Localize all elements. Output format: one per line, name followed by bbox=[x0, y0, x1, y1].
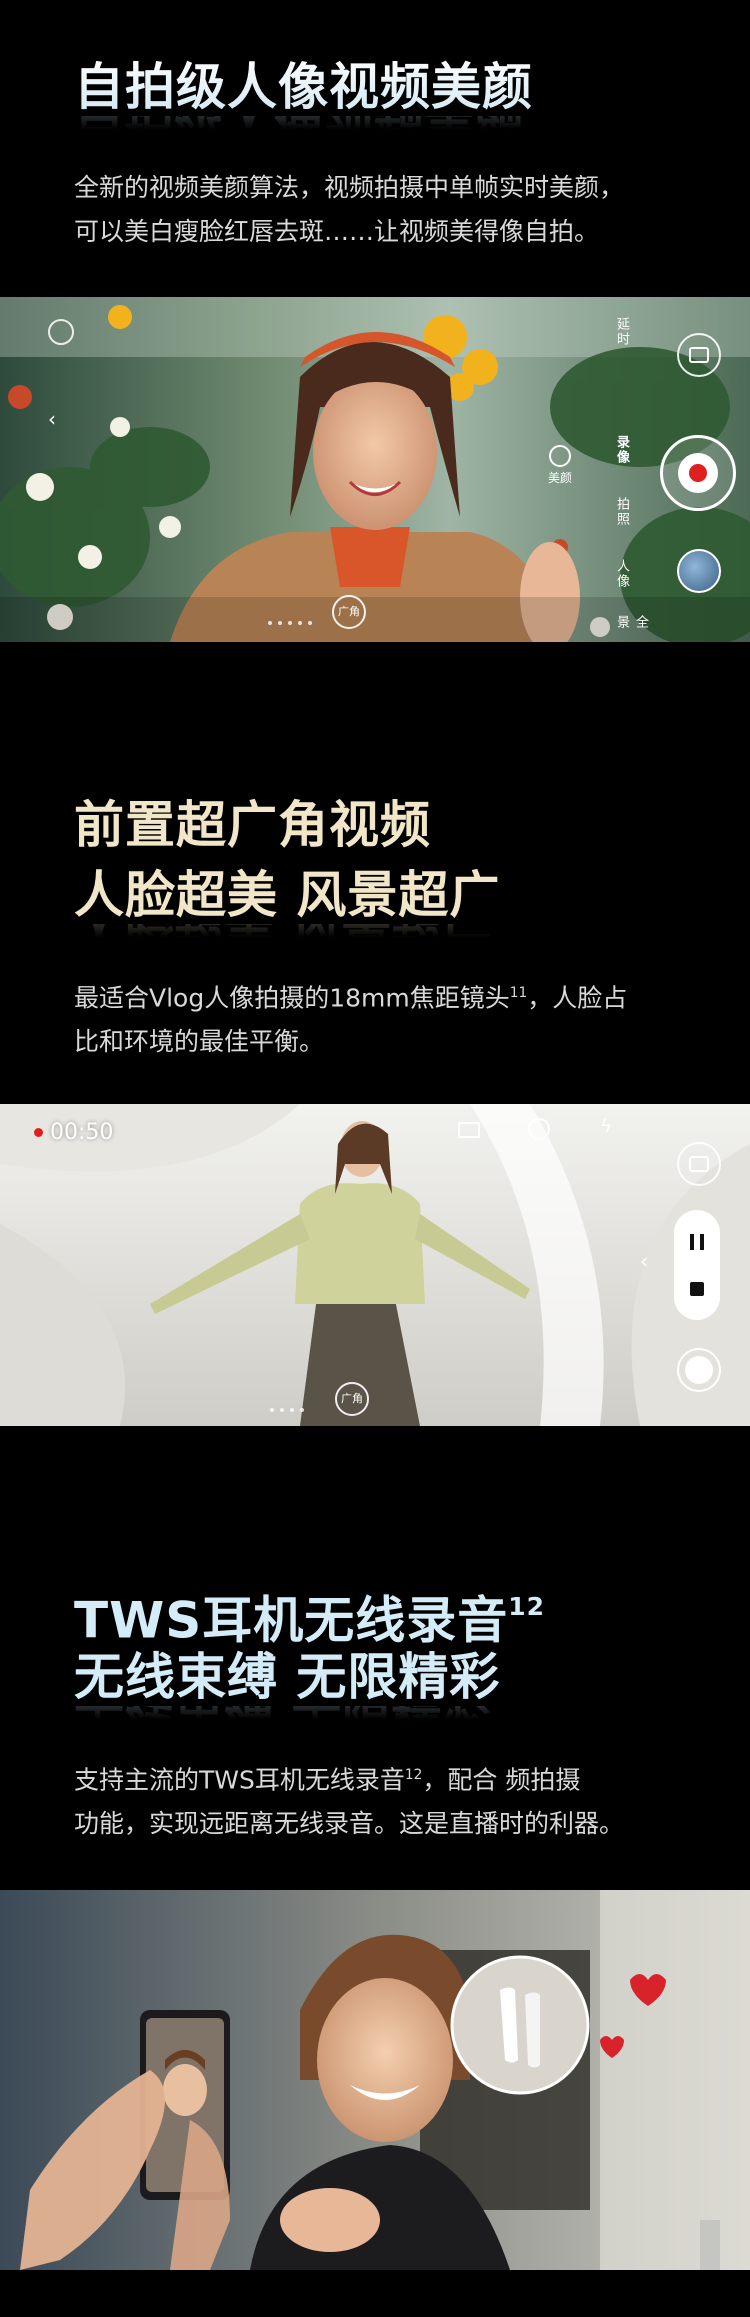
camera-icon bbox=[689, 1156, 709, 1172]
section-title-line1: TWS耳机无线录音12 bbox=[74, 1591, 546, 1650]
subtitle-icon[interactable] bbox=[458, 1122, 480, 1138]
stop-icon[interactable] bbox=[690, 1282, 704, 1296]
shutter-button[interactable] bbox=[677, 1348, 721, 1392]
switch-camera-button[interactable] bbox=[677, 333, 721, 377]
section-title-line2: 人脸超美 风景超广 bbox=[74, 866, 501, 924]
video-beauty-photo: ‹ 美颜 广角 延时 录像 拍照 人像 全景 bbox=[0, 297, 750, 642]
record-dot bbox=[678, 453, 718, 493]
chevron-left-icon[interactable]: ‹ bbox=[640, 1249, 648, 1273]
mode-video[interactable]: 录像 bbox=[612, 435, 631, 465]
settings-icon[interactable] bbox=[48, 319, 74, 345]
wide-angle-button[interactable]: 广角 bbox=[335, 1382, 369, 1416]
mode-panorama[interactable]: 全景 bbox=[612, 615, 650, 642]
section-description: 最适合Vlog人像拍摄的18mm焦距镜头11，人脸占 比和环境的最佳平衡。 bbox=[74, 983, 628, 1057]
tws-recording-photo bbox=[0, 1890, 750, 2270]
pause-icon[interactable] bbox=[690, 1234, 704, 1250]
flash-off-icon[interactable]: ϟ bbox=[600, 1116, 612, 1137]
section-video-beauty: 自拍级人像视频美颜 自拍级人像视频美颜 全新的视频美颜算法，视频拍摄中单帧实时美… bbox=[0, 0, 750, 642]
beauty-label: 美颜 bbox=[547, 471, 572, 485]
section-front-wide-video: 前置超广角视频 人脸超美 风景超广 人脸超美 风景超广 最适合Vlog人像拍摄的… bbox=[0, 780, 750, 1430]
beauty-icon bbox=[549, 445, 571, 467]
section-description: 全新的视频美颜算法，视频拍摄中单帧实时美颜， 可以美白瘦脸红唇去斑……让视频美得… bbox=[74, 173, 625, 246]
section-title: 自拍级人像视频美颜 bbox=[74, 54, 533, 120]
record-control-pill bbox=[674, 1210, 720, 1320]
chevron-left-icon[interactable]: ‹ bbox=[48, 407, 56, 431]
beauty-button[interactable]: 美颜 bbox=[540, 445, 580, 486]
title-reflection: 无线束缚 无限精彩 bbox=[74, 1706, 491, 1736]
timer-icon[interactable] bbox=[528, 1118, 550, 1140]
scene-illustration bbox=[0, 1890, 750, 2270]
front-wide-photo: 00:50 ϟ ‹ 广角 bbox=[0, 1104, 750, 1426]
switch-camera-icon bbox=[689, 347, 709, 363]
gallery-thumbnail[interactable] bbox=[677, 549, 721, 593]
record-timer: 00:50 bbox=[50, 1120, 114, 1145]
scene-illustration bbox=[0, 297, 750, 642]
title-reflection: 自拍级人像视频美颜 bbox=[74, 116, 524, 146]
section-title-line2: 无线束缚 无限精彩 bbox=[74, 1648, 501, 1706]
title-reflection: 人脸超美 风景超广 bbox=[74, 924, 491, 954]
page-dots bbox=[268, 610, 318, 629]
recording-indicator: 00:50 bbox=[34, 1120, 113, 1145]
rec-dot bbox=[34, 1128, 43, 1137]
mode-photo[interactable]: 拍照 bbox=[612, 497, 631, 527]
wide-angle-label: 广角 bbox=[341, 1392, 363, 1405]
section-description: 支持主流的TWS耳机无线录音12，配合 频拍摄 功能，实现远距离无线录音。这是直… bbox=[74, 1765, 625, 1839]
wide-angle-button[interactable]: 广角 bbox=[332, 595, 366, 629]
section-tws-recording: TWS耳机无线录音12 无线束缚 无限精彩 无线束缚 无限精彩 支持主流的TWS… bbox=[0, 1560, 750, 2317]
scene-illustration bbox=[0, 1104, 750, 1426]
page-dots bbox=[270, 1397, 310, 1416]
mode-portrait[interactable]: 人像 bbox=[612, 559, 631, 589]
snapshot-button[interactable] bbox=[677, 1142, 721, 1186]
record-button[interactable] bbox=[660, 435, 736, 511]
section-title-line1: 前置超广角视频 bbox=[74, 796, 431, 854]
wide-angle-label: 广角 bbox=[338, 605, 360, 618]
mode-timelapse[interactable]: 延时 bbox=[612, 317, 631, 347]
